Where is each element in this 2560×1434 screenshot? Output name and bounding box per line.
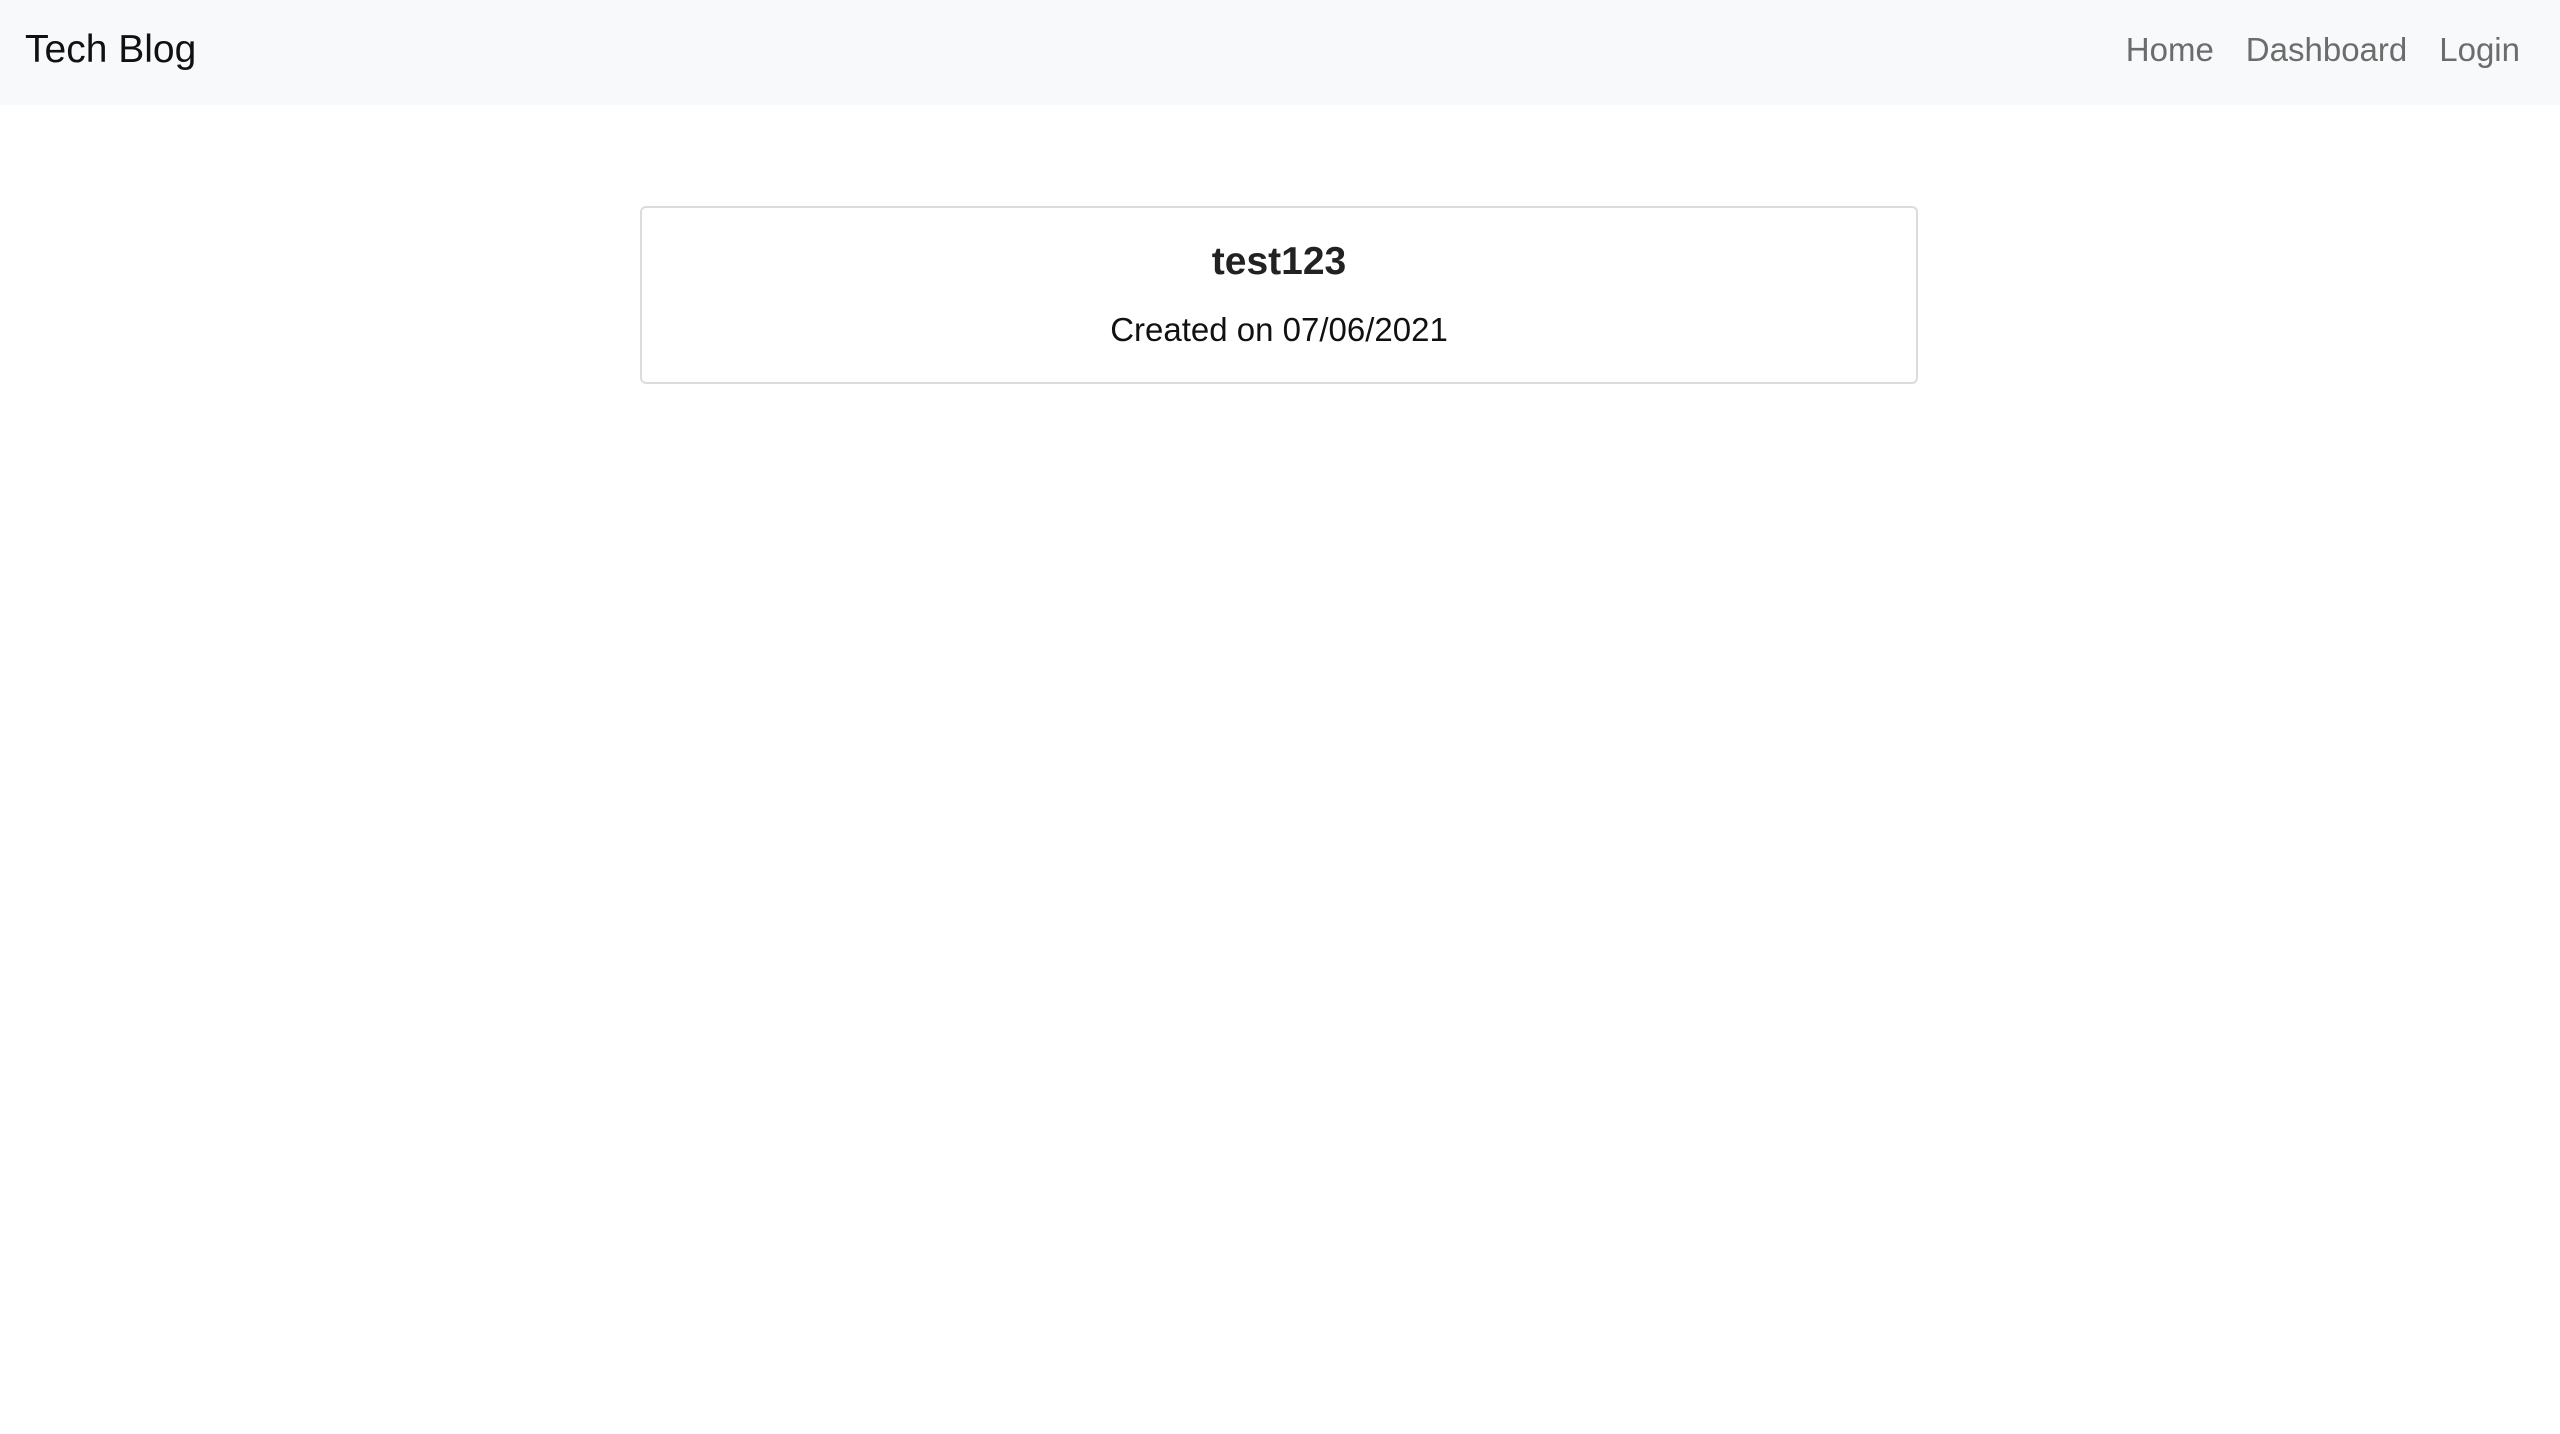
nav-link-login[interactable]: Login <box>2439 28 2520 72</box>
post-created-date: Created on 07/06/2021 <box>1110 311 1448 348</box>
top-navbar: Tech Blog Home Dashboard Login <box>0 0 2560 105</box>
nav-link-dashboard[interactable]: Dashboard <box>2246 28 2407 72</box>
nav-link-home[interactable]: Home <box>2126 28 2214 72</box>
post-card[interactable]: test123 Created on 07/06/2021 <box>640 206 1918 384</box>
brand-link[interactable]: Tech Blog <box>25 26 196 74</box>
post-title[interactable]: test123 <box>642 238 1916 286</box>
nav-links: Home Dashboard Login <box>2126 28 2520 72</box>
